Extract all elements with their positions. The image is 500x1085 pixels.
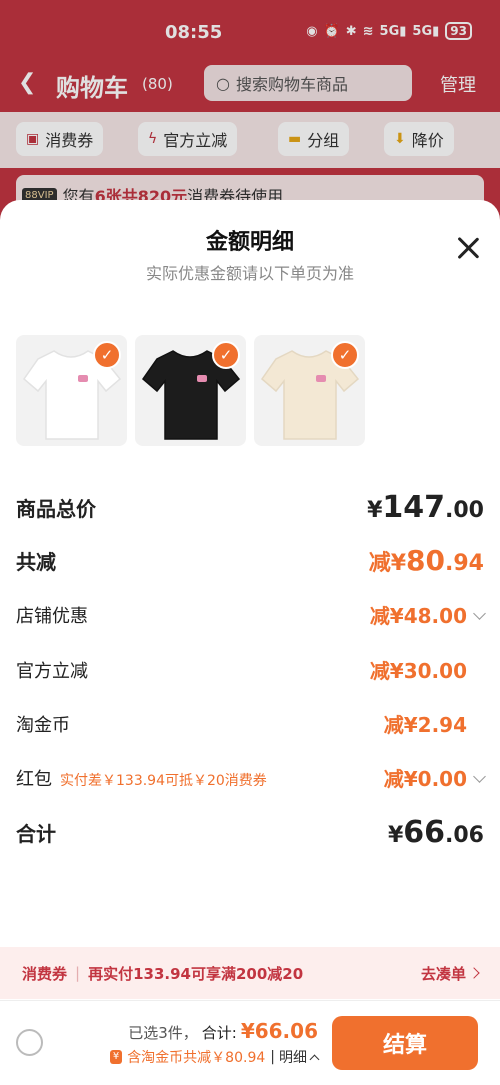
coin-discount-label: 淘金币 — [16, 714, 70, 736]
official-discount-value: 减¥30.00 — [369, 659, 467, 683]
row-total-price: 商品总价 ¥147.00 — [16, 490, 484, 525]
product-thumbnail-white[interactable]: ✓ — [16, 335, 127, 446]
chevron-down-icon[interactable] — [473, 607, 486, 620]
store-discount-value: 减¥48.00 — [369, 604, 467, 628]
coupon-bar-separator: | — [75, 964, 81, 982]
close-icon[interactable] — [456, 236, 480, 260]
coin-icon: ¥ — [109, 1050, 123, 1064]
checkout-footer: 已选3件， 合计: ¥66.06 ¥ 含淘金币共减￥80.94 | 明细 结算 — [0, 1000, 500, 1085]
product-thumbnail-black[interactable]: ✓ — [135, 335, 246, 446]
sheet-title: 金额明细 — [205, 230, 294, 255]
selected-count: 已选3件， — [128, 1024, 198, 1042]
official-discount-label: 官方立减 — [16, 660, 88, 682]
chevron-up-icon — [309, 1054, 320, 1064]
product-thumbnail-beige[interactable]: ✓ — [254, 335, 365, 446]
grand-total-value: ¥66.06 — [387, 815, 484, 850]
coin-discount-value: 减¥2.94 — [383, 713, 467, 737]
coupon-upsell-bar: 消费券 | 再实付133.94可享满200减20 去凑单 — [0, 947, 500, 999]
detail-toggle[interactable]: | 明细 — [270, 1047, 320, 1067]
product-thumbnails: ✓ ✓ ✓ — [16, 335, 365, 446]
row-grand-total: 合计 ¥66.06 — [16, 815, 484, 850]
row-total-discount: 共减 减¥ 80.94 — [16, 544, 484, 577]
row-coin-discount: 淘金币 减¥2.94 — [16, 709, 484, 738]
overlay-dim[interactable] — [0, 0, 500, 230]
red-packet-label: 红包 — [16, 768, 52, 790]
row-red-packet[interactable]: 红包 实付差￥133.94可抵￥20消费券 减¥0.00 — [16, 763, 486, 792]
total-price-value: ¥147.00 — [367, 490, 484, 525]
add-items-link[interactable]: 去凑单 — [421, 963, 480, 984]
selection-summary: 已选3件， 合计: ¥66.06 — [128, 1019, 318, 1043]
red-packet-value: 减¥0.00 — [383, 767, 467, 791]
discount-text: 含淘金币共减￥80.94 — [127, 1050, 266, 1066]
checkout-button[interactable]: 结算 — [332, 1016, 478, 1070]
total-discount-value: 减¥ 80.94 — [368, 544, 484, 577]
store-discount-label: 店铺优惠 — [16, 605, 88, 627]
coupon-bar-label: 消费券 — [22, 964, 68, 983]
discount-summary: ¥ 含淘金币共减￥80.94 | 明细 — [109, 1047, 320, 1067]
checkmark-icon[interactable]: ✓ — [93, 341, 121, 369]
red-packet-note: 实付差￥133.94可抵￥20消费券 — [60, 772, 267, 789]
total-discount-label: 共减 — [16, 550, 56, 574]
total-label: 合计: — [201, 1024, 237, 1042]
total-price-label: 商品总价 — [16, 497, 96, 521]
total-amount: ¥66.06 — [240, 1019, 318, 1043]
row-official-discount: 官方立减 减¥30.00 — [16, 655, 484, 684]
grand-total-label: 合计 — [16, 822, 56, 846]
row-store-discount[interactable]: 店铺优惠 减¥48.00 — [16, 600, 486, 629]
checkmark-icon[interactable]: ✓ — [212, 341, 240, 369]
chevron-right-icon — [468, 967, 480, 979]
select-all-radio[interactable] — [16, 1029, 43, 1056]
coupon-bar-text: 再实付133.94可享满200减20 — [88, 964, 304, 983]
chevron-down-icon[interactable] — [473, 770, 486, 783]
sheet-subtitle: 实际优惠金额请以下单页为准 — [145, 264, 354, 283]
checkmark-icon[interactable]: ✓ — [331, 341, 359, 369]
